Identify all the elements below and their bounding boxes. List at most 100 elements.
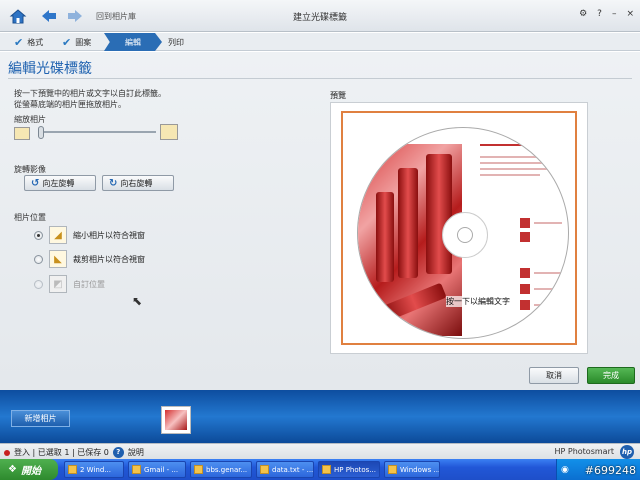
bottle-shape [426,154,452,274]
step-print[interactable]: 列印 [168,33,184,51]
product-thumb [520,284,530,294]
network-icon[interactable]: ◉ [561,465,569,475]
crop-photo-icon: ◣ [49,250,67,268]
product-thumb [520,300,530,310]
instruction-line-1: 按一下預覽中的相片或文字以自訂此標籤。 [14,89,166,98]
instruction-line-2: 從螢幕底端的相片匣拖放相片。 [14,100,126,109]
option-crop-photo[interactable]: ◣ 裁剪相片以符合視窗 [34,249,145,269]
text-line [534,288,562,290]
slider-thumb[interactable] [38,126,44,139]
zoom-out-icon[interactable] [14,127,30,140]
label-frame: 按一下以編輯文字 [341,111,577,345]
step-label: 格式 [27,37,44,47]
step-format[interactable]: ✔ 格式 [14,33,43,51]
windows-logo-icon: ❖ [8,464,17,475]
tray-photo-thumbnail[interactable] [161,406,191,434]
task-windows-explorer[interactable]: 2 Wind... [64,461,124,478]
task-data-txt[interactable]: data.txt - ... [256,461,314,478]
option-fit-photo[interactable]: ◢ 縮小相片以符合視窗 [34,225,145,245]
task-bbs[interactable]: bbs.genar... [190,461,252,478]
notepad-icon [260,465,269,474]
text-line [480,174,540,176]
task-label: data.txt - ... [272,465,314,474]
divider [8,78,632,79]
product-thumb [520,268,530,278]
task-label: Windows ... [400,465,440,474]
finish-button[interactable]: 完成 [587,367,635,384]
page-title: 編輯光碟標籤 [8,61,92,77]
wizard-steps: ✔ 格式 ✔ 圖案 編輯 列印 [0,33,640,51]
zoom-slider[interactable] [14,124,179,142]
hp-app-icon [322,465,331,474]
status-dot-icon [4,449,10,456]
status-bar: 登入 | 已選取 1 | 已保存 0 ? 說明 HP Photosmart hp [0,443,640,459]
disc-text-field[interactable]: 按一下以編輯文字 [446,296,510,307]
rotate-left-label: 向左旋轉 [42,178,75,188]
check-icon: ✔ [14,35,24,49]
cancel-button[interactable]: 取消 [529,367,579,384]
step-label: 編輯 [125,37,141,47]
status-info: 登入 | 已選取 1 | 已保存 0 ? 說明 [4,447,144,458]
disc-center-hole [457,227,473,243]
option-label: 縮小相片以符合視窗 [73,230,145,240]
settings-icon[interactable]: ⚙ [579,9,587,19]
option-label: 自訂位置 [73,279,105,289]
zoom-in-icon[interactable] [160,124,178,140]
watermark: #699248 [584,464,636,477]
task-gmail[interactable]: Gmail - ... [128,461,186,478]
folder-icon [68,465,77,474]
radio-button[interactable] [34,254,43,264]
status-text: 登入 | 已選取 1 | 已保存 0 [14,448,109,457]
custom-position-icon: ◩ [49,275,67,293]
product-thumb [520,232,530,242]
slider-track[interactable] [38,131,156,133]
task-label: 2 Wind... [80,465,111,474]
rotate-left-button[interactable]: ↺ 向左旋轉 [24,175,96,191]
fit-photo-icon: ◢ [49,226,67,244]
browser-icon [194,465,203,474]
step-label: 圖案 [75,37,92,47]
thumbnail-image [165,410,187,430]
product-thumb [520,218,530,228]
task-hp-photosmart[interactable]: HP Photos... [318,461,380,478]
text-line [480,168,556,170]
rotate-right-label: 向右旋轉 [120,178,153,188]
window-title: 建立光碟標籤 [292,13,347,23]
windows-taskbar: ❖ 開始 2 Wind... Gmail - ... bbs.genar... … [0,459,640,480]
rotate-right-button[interactable]: ↻ 向右旋轉 [102,175,174,191]
task-label: HP Photos... [334,465,376,474]
rotate-label: 旋轉影像 [14,165,46,174]
text-line [534,272,562,274]
header-line [480,144,530,146]
browser-icon [132,465,141,474]
step-label: 列印 [168,37,184,47]
help-icon[interactable]: ? [112,447,124,458]
option-label: 裁剪相片以符合視窗 [73,254,145,264]
close-icon[interactable]: × [626,9,634,19]
text-line [480,162,550,164]
preview-label: 預覽 [330,91,346,100]
help-icon[interactable]: ? [597,9,602,19]
preview-panel: 按一下以編輯文字 [330,102,588,354]
title-bar: 回到相片庫 建立光碟標籤 ⚙ ? – × [0,0,640,32]
minimize-icon[interactable]: – [612,9,617,19]
start-button[interactable]: ❖ 開始 [0,459,58,480]
radio-button[interactable] [34,230,43,240]
photo-tray: 新增相片 [0,390,640,443]
step-edit[interactable]: 編輯 [104,33,162,51]
add-photo-button[interactable]: 新增相片 [11,410,70,427]
rotate-right-icon: ↻ [109,177,118,189]
help-link[interactable]: 說明 [128,447,144,458]
brand-name: HP Photosmart [554,447,615,456]
step-design[interactable]: ✔ 圖案 [62,33,91,51]
bottle-shape [398,168,418,278]
bottle-shape [381,282,447,322]
task-label: bbs.genar... [206,465,248,474]
task-windows[interactable]: Windows ... [384,461,440,478]
position-label: 相片位置 [14,213,46,222]
disc-label-preview[interactable]: 按一下以編輯文字 [357,127,569,339]
hp-logo-icon: hp [620,445,634,459]
check-icon: ✔ [62,35,72,49]
bottle-shape [376,192,394,282]
radio-button [34,279,43,289]
